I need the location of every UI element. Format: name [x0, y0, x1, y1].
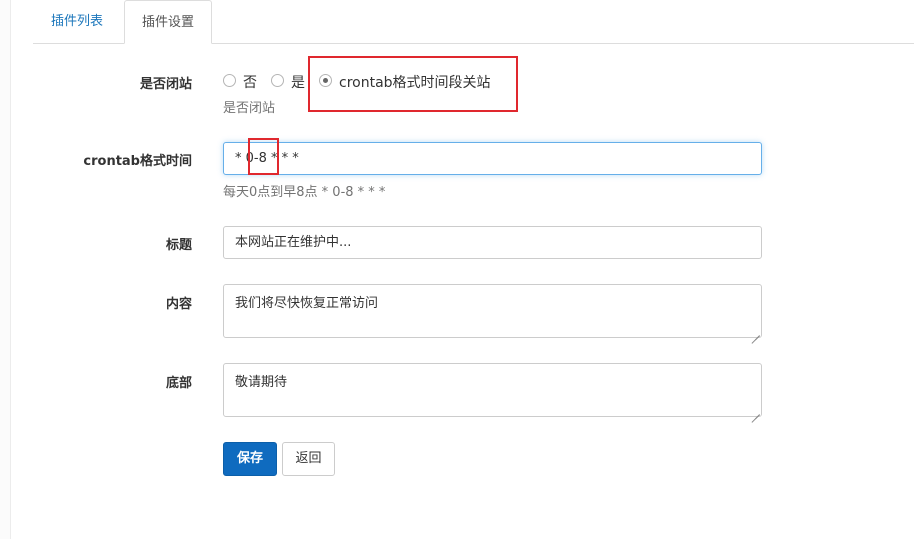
title-input[interactable]: 本网站正在维护中...: [223, 226, 762, 259]
highlight-box-radio: [308, 56, 518, 112]
content-text: 我们将尽快恢复正常访问: [235, 296, 379, 311]
close-site-help: 是否闭站: [223, 101, 276, 116]
save-button[interactable]: 保存: [223, 442, 277, 476]
crontab-label: crontab格式时间: [83, 154, 192, 169]
radio-yes[interactable]: [271, 74, 284, 87]
radio-yes-label[interactable]: 是: [291, 72, 305, 92]
tab-plugin-list[interactable]: 插件列表: [33, 0, 121, 43]
back-button[interactable]: 返回: [282, 442, 335, 476]
radio-no-label[interactable]: 否: [243, 72, 257, 92]
tab-plugin-settings[interactable]: 插件设置: [124, 0, 212, 44]
left-sidebar-edge: [0, 0, 11, 539]
highlight-box-hours: [248, 138, 279, 175]
crontab-input[interactable]: * 0-8 * * *: [223, 142, 762, 175]
footer-label: 底部: [165, 376, 192, 391]
footer-textarea[interactable]: 敬请期待: [223, 363, 762, 417]
tab-bar: 插件列表 插件设置: [33, 0, 914, 44]
radio-no[interactable]: [223, 74, 236, 87]
footer-resize-handle[interactable]: [751, 406, 760, 415]
close-site-label: 是否闭站: [139, 77, 192, 92]
title-label: 标题: [165, 238, 192, 253]
content-resize-handle[interactable]: [751, 327, 760, 336]
content-textarea[interactable]: 我们将尽快恢复正常访问: [223, 284, 762, 338]
content-label: 内容: [165, 297, 192, 312]
crontab-help: 每天0点到早8点 * 0-8 * * *: [223, 185, 386, 200]
footer-text: 敬请期待: [235, 375, 288, 390]
